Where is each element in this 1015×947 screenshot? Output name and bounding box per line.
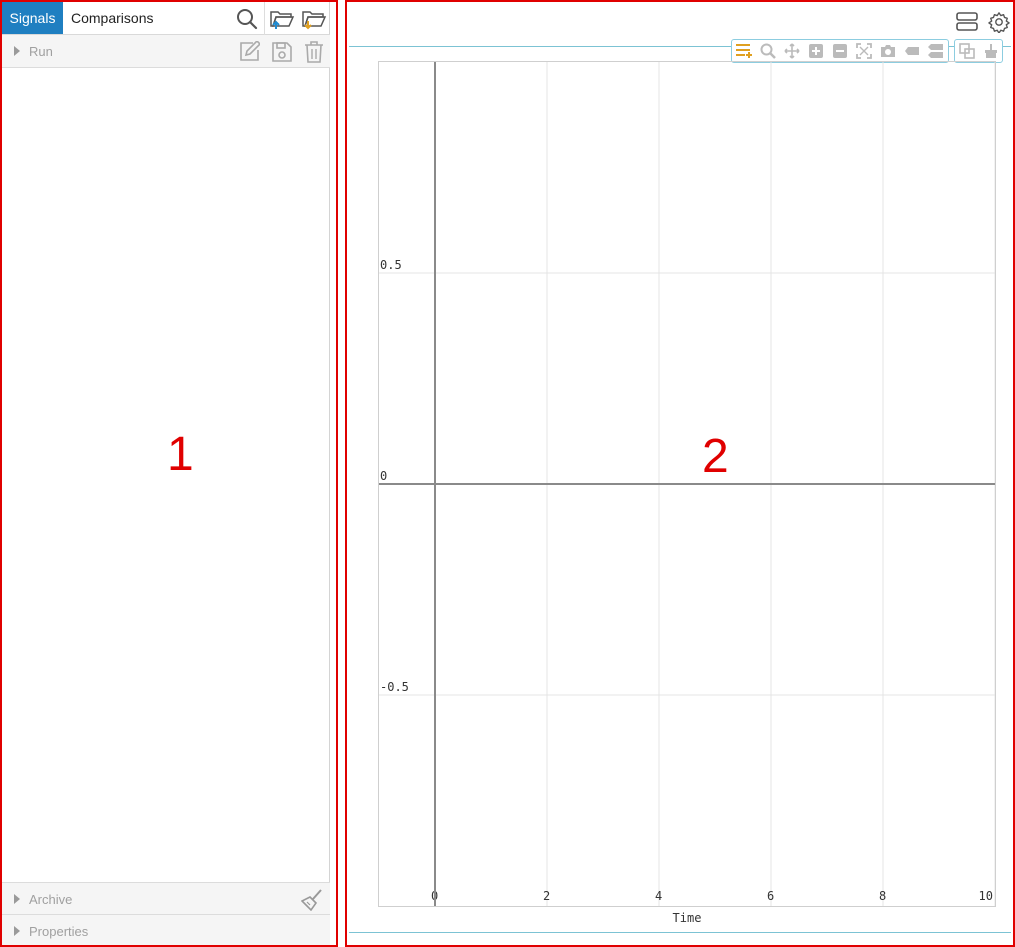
pan-icon[interactable] [783,42,801,60]
y-tick-label: 0 [380,469,387,483]
gear-icon[interactable] [987,10,1011,34]
x-tick-label: 2 [543,889,550,903]
run-section-label: Run [29,44,53,59]
camera-icon[interactable] [879,42,897,60]
zoom-out-icon[interactable] [831,42,849,60]
folder-open-download-icon[interactable] [301,6,327,32]
folder-open-upload-icon[interactable] [269,6,295,32]
broom-icon[interactable] [300,888,324,912]
clear-icon[interactable] [982,42,1000,60]
signals-panel-inner: Signals Comparisons Run 1 Archive Proper… [2,2,330,945]
data-cursors-icon[interactable] [927,42,945,60]
cursor-icon[interactable] [903,42,921,60]
trash-icon[interactable] [302,40,326,64]
layout-icon[interactable] [955,10,979,34]
y-tick-label: 0.5 [380,258,402,272]
plot-toolbar [731,39,949,63]
x-tick-label: 4 [655,889,662,903]
legend-icon[interactable] [735,42,753,60]
copy-icon[interactable] [958,42,976,60]
plot-toolbar-secondary [954,39,1003,63]
x-axis-label: Time [672,911,702,925]
tab-signals[interactable]: Signals [2,2,63,34]
x-tick-label: 8 [879,889,886,903]
plot-panel: 02468100.50-0.5 2 Time [345,0,1015,947]
zoom-icon[interactable] [759,42,777,60]
caret-right-icon [14,894,20,904]
tab-comparisons[interactable]: Comparisons [71,2,153,34]
properties-section-label: Properties [29,924,89,939]
run-section-header[interactable]: Run [2,35,330,68]
region-label-1: 1 [167,428,194,481]
toolbar-divider [264,2,265,35]
tab-bar: Signals Comparisons [2,2,330,35]
properties-section-header[interactable]: Properties [2,915,330,945]
y-tick-label: -0.5 [380,680,409,694]
fit-icon[interactable] [855,42,873,60]
signals-panel: Signals Comparisons Run 1 Archive Proper… [0,0,338,947]
caret-right-icon [14,46,20,56]
caret-right-icon [14,926,20,936]
edit-icon[interactable] [237,40,261,64]
zoom-in-icon[interactable] [807,42,825,60]
plot-area[interactable]: 02468100.50-0.5 [378,61,996,907]
plot-canvas: 02468100.50-0.5 [379,62,996,906]
region-label-2: 2 [702,430,729,483]
search-icon[interactable] [234,6,260,32]
save-icon[interactable] [270,40,294,64]
app-root: Signals Comparisons Run 1 Archive Proper… [0,0,1015,947]
archive-section-label: Archive [29,892,73,907]
archive-section-header[interactable]: Archive [2,882,330,915]
x-tick-label: 6 [767,889,774,903]
plot-bottom-divider [349,932,1011,933]
x-tick-label: 10 [979,889,993,903]
